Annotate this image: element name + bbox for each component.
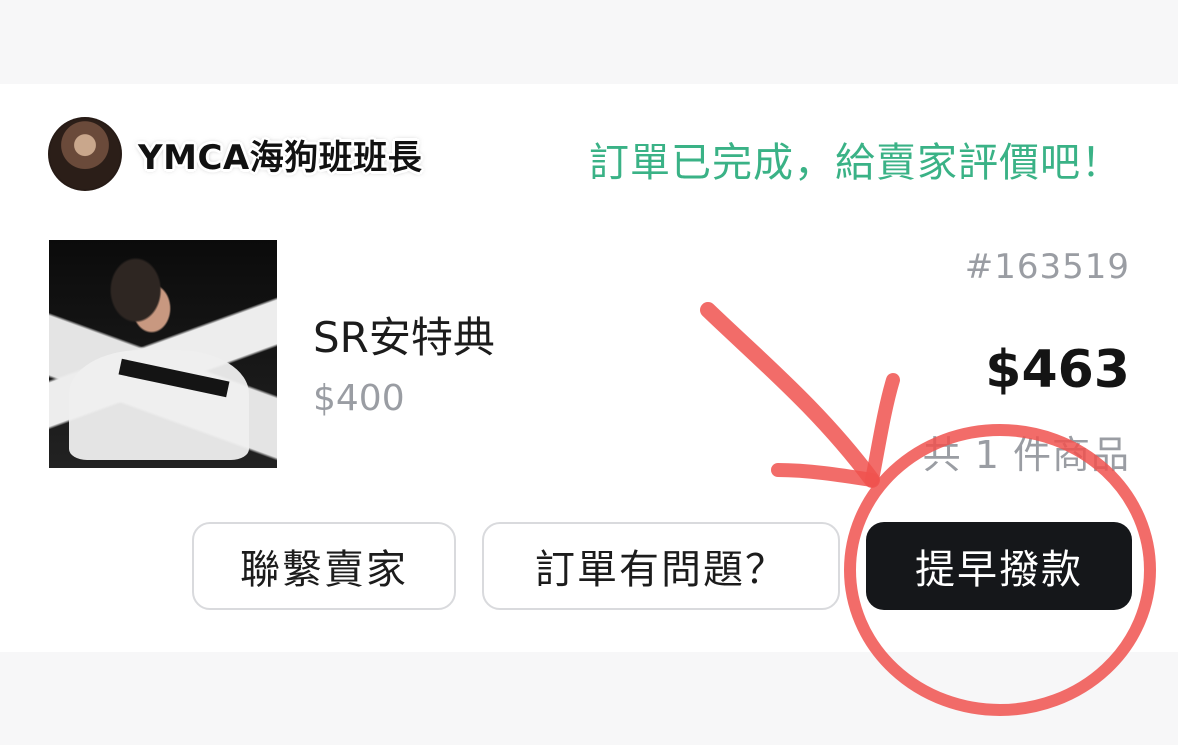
order-card: YMCA海狗班班長 訂單已完成，給賣家評價吧！ SR安特典 $400 #1635… <box>0 84 1178 652</box>
item-count: 共 1 件商品 <box>922 433 1130 477</box>
order-status-text[interactable]: 訂單已完成，給賣家評價吧！ <box>589 130 1122 188</box>
early-release-button[interactable]: 提早撥款 <box>866 522 1132 610</box>
seller-name[interactable]: YMCA海狗班班長 <box>138 130 422 179</box>
seller-header[interactable]: YMCA海狗班班長 <box>48 116 422 192</box>
product-thumbnail[interactable] <box>49 240 277 468</box>
product-name[interactable]: SR安特典 <box>313 304 495 365</box>
order-issue-button[interactable]: 訂單有問題？ <box>482 522 840 610</box>
product-price: $400 <box>313 378 405 419</box>
order-total: $463 <box>985 340 1130 400</box>
avatar[interactable] <box>48 117 122 191</box>
contact-seller-button[interactable]: 聯繫賣家 <box>192 522 456 610</box>
order-id: #163519 <box>964 247 1130 287</box>
